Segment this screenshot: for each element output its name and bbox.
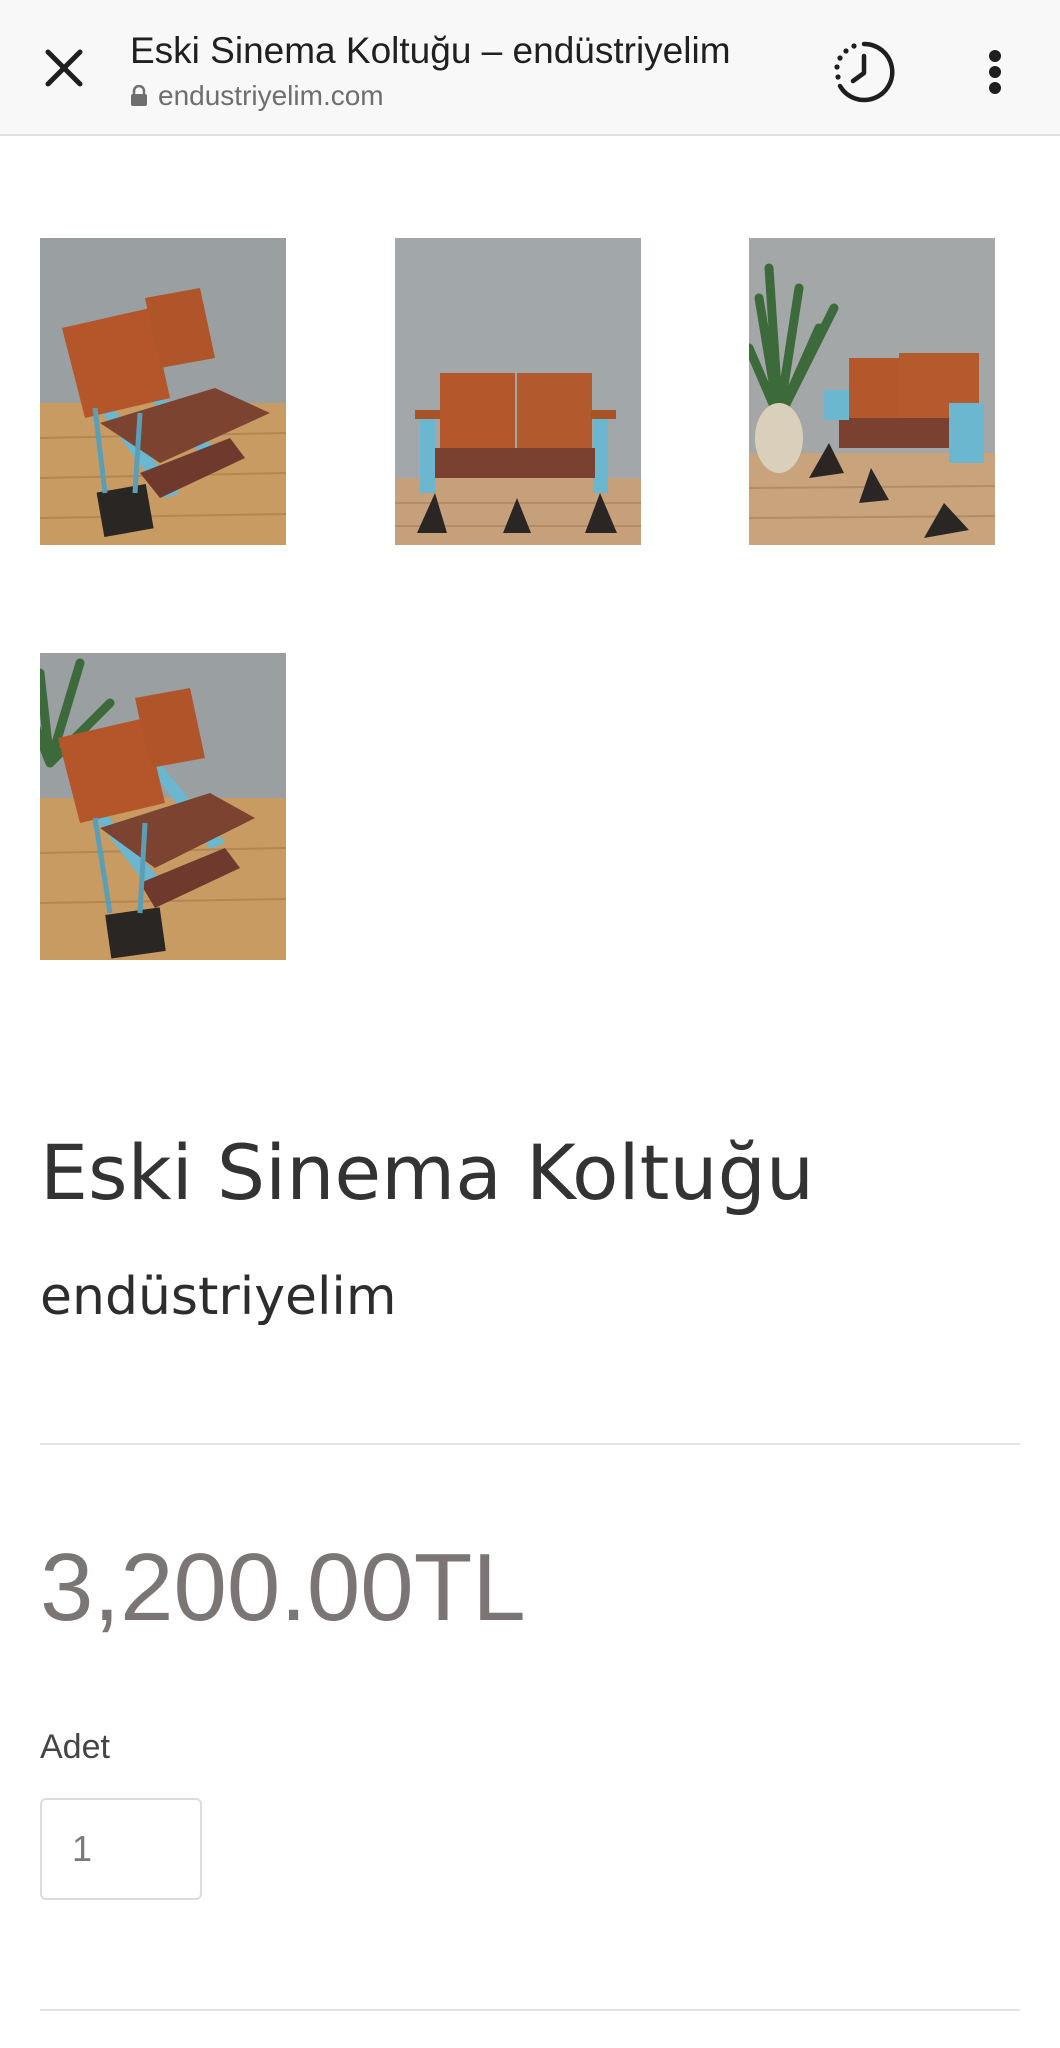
product-image-4[interactable] <box>40 653 286 960</box>
close-icon <box>45 49 83 87</box>
product-title: Eski Sinema Koltuğu <box>40 1128 814 1217</box>
quantity-input[interactable] <box>40 1798 202 1900</box>
browser-toolbar: Eski Sinema Koltuğu – endüstriyelim endu… <box>0 0 1060 136</box>
page-url: endustriyelim.com <box>158 80 384 111</box>
history-button[interactable] <box>828 36 900 108</box>
divider <box>40 1443 1020 1445</box>
product-image-3[interactable] <box>749 238 995 545</box>
quantity-label: Adet <box>40 1728 110 1766</box>
page-info[interactable]: Eski Sinema Koltuğu – endüstriyelim endu… <box>130 28 800 112</box>
product-image-1[interactable] <box>40 238 286 545</box>
divider <box>40 2009 1020 2011</box>
url-row: endustriyelim.com <box>130 80 800 112</box>
close-button[interactable] <box>34 38 94 98</box>
product-price: 3,200.00TL <box>40 1534 526 1641</box>
more-options-button[interactable] <box>965 40 1025 104</box>
page-title: Eski Sinema Koltuğu – endüstriyelim <box>130 30 731 71</box>
more-vert-icon <box>989 50 1001 94</box>
product-vendor[interactable]: endüstriyelim <box>40 1262 397 1332</box>
lock-icon <box>130 85 148 107</box>
product-image-2[interactable] <box>395 238 641 545</box>
history-icon <box>834 41 895 103</box>
